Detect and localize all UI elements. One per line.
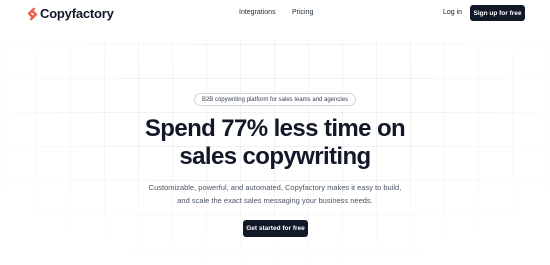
top-navbar: Copyfactory Integrations Pricing Log in …: [0, 0, 550, 30]
hero-headline: Spend 77% less time on sales copywriting: [0, 115, 550, 171]
main-nav: Integrations Pricing: [0, 9, 550, 21]
get-started-button[interactable]: Get started for free: [243, 220, 308, 237]
hero-badge: B2B copywriting platform for sales teams…: [194, 93, 356, 106]
hero-subheading-line-1: Customizable, powerful, and automated, C…: [148, 183, 402, 192]
nav-link-integrations[interactable]: Integrations: [239, 9, 276, 16]
hero-subheading: Customizable, powerful, and automated, C…: [0, 181, 550, 207]
hero-headline-line-2: sales copywriting: [179, 143, 371, 170]
hero-subheading-line-2: and scale the exact sales messaging your…: [177, 196, 373, 205]
hero-headline-line-1: Spend 77% less time on: [144, 115, 406, 142]
nav-link-pricing[interactable]: Pricing: [292, 9, 313, 16]
login-link[interactable]: Log in: [443, 9, 462, 16]
signup-button[interactable]: Sign up for free: [470, 5, 525, 21]
